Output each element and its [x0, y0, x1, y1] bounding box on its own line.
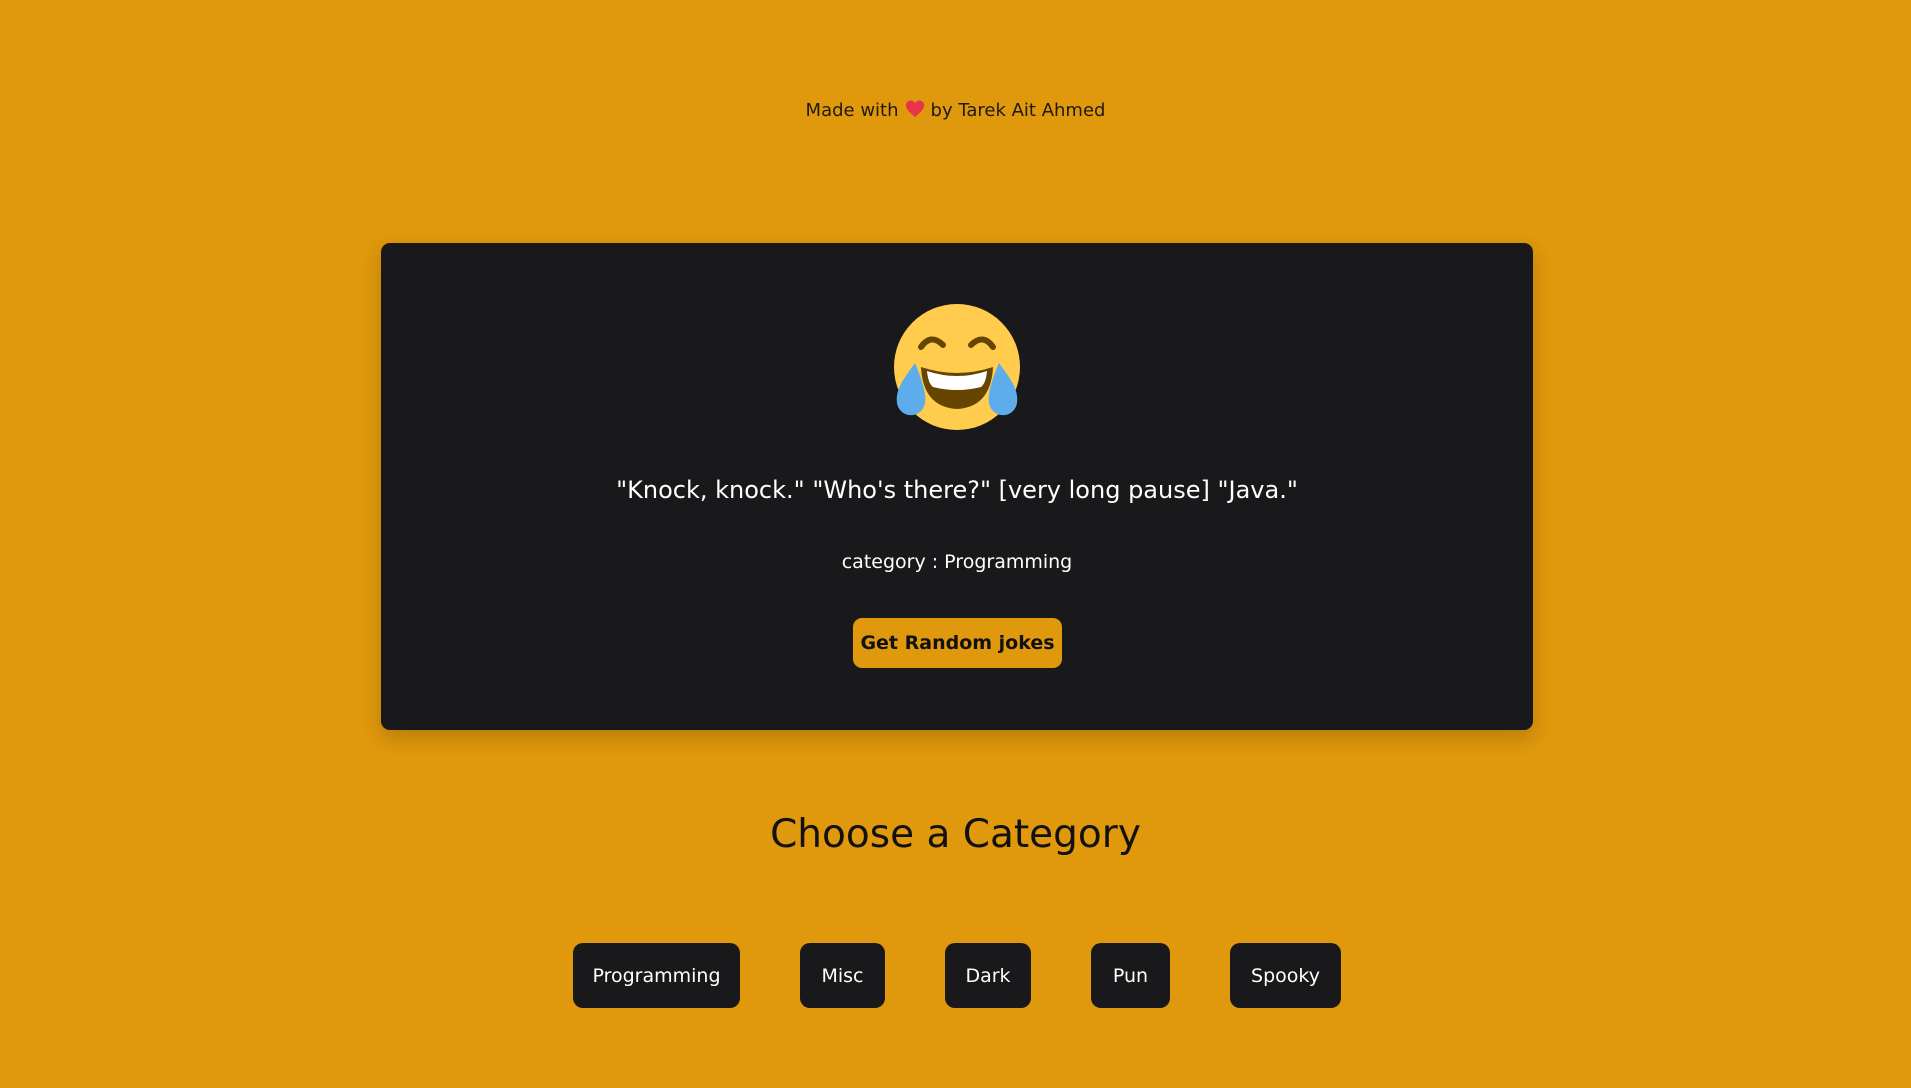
joke-text: "Knock, knock." "Who's there?" [very lon… [616, 476, 1298, 504]
heart-icon [905, 100, 924, 117]
joke-category: category : Programming [841, 551, 1073, 573]
category-button-misc[interactable]: Misc [800, 943, 885, 1008]
choose-category-heading: Choose a Category [770, 812, 1141, 857]
get-random-jokes-button[interactable]: Get Random jokes [853, 618, 1062, 668]
credit-line: Made with by Tarek Ait Ahmed [0, 98, 1911, 124]
joke-card: "Knock, knock." "Who's there?" [very lon… [381, 243, 1533, 730]
category-button-pun[interactable]: Pun [1091, 943, 1170, 1008]
category-button-spooky[interactable]: Spooky [1230, 943, 1341, 1008]
category-button-programming[interactable]: Programming [573, 943, 740, 1008]
category-button-dark[interactable]: Dark [945, 943, 1031, 1008]
face-with-tears-of-joy-icon [894, 304, 1020, 430]
page: Made with by Tarek Ait Ahmed "Knock, kno… [0, 0, 1911, 1088]
credit-prefix: Made with [805, 100, 899, 121]
credit-suffix: by Tarek Ait Ahmed [930, 100, 1106, 121]
